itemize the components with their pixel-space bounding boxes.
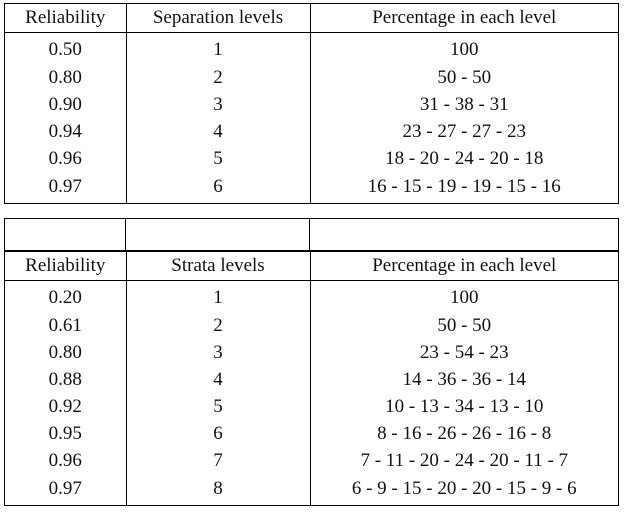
table-row: 0.96 5 18 - 20 - 24 - 20 - 18 [5,145,618,172]
cell-percentage: 8 - 16 - 26 - 26 - 16 - 8 [377,423,552,444]
strata-table-body: 0.20 1 100 0.61 2 50 - 50 0.80 3 23 - 54… [5,280,618,505]
cell-reliability: 0.88 [5,366,127,393]
table-row: 0.20 1 100 [5,280,618,312]
table-row: 0.88 4 14 - 36 - 36 - 14 [5,366,618,393]
cell-reliability: 0.96 [5,447,127,474]
strata-table-grid: Reliability Strata levels Percentage in … [5,252,618,505]
cell-reliability: 0.92 [5,393,127,420]
table-row: 0.61 2 50 - 50 [5,312,618,339]
separation-table-grid: Reliability Separation levels Percentage… [5,4,618,203]
cell-reliability: 0.90 [5,91,127,118]
table-row: 0.97 6 16 - 15 - 19 - 19 - 15 - 16 [5,172,618,203]
cell-percentage: 10 - 13 - 34 - 13 - 10 [385,396,544,417]
separation-table-header: Reliability Separation levels Percentage… [5,4,618,33]
cell-percentage: 100 [450,287,479,308]
spacer-column-divider-2 [309,219,310,250]
cell-reliability: 0.94 [5,118,127,145]
cell-levels: 4 [126,118,311,145]
cell-percentage: 14 - 36 - 36 - 14 [402,369,526,390]
page-root: Reliability Separation levels Percentage… [0,0,627,532]
cell-reliability: 0.80 [5,339,127,366]
strata-table-header: Reliability Strata levels Percentage in … [5,252,618,281]
table-row: 0.95 6 8 - 16 - 26 - 26 - 16 - 8 [5,420,618,447]
table-row: 0.90 3 31 - 38 - 31 [5,91,618,118]
table-header-row: Reliability Separation levels Percentage… [5,4,618,33]
cell-levels: 3 [126,91,311,118]
cell-levels: 1 [126,32,311,64]
cell-levels: 3 [126,339,311,366]
cell-levels: 2 [126,312,311,339]
table-spacer-band [4,218,619,251]
cell-levels: 6 [126,172,311,203]
cell-reliability: 0.97 [5,474,127,505]
table-row: 0.80 2 50 - 50 [5,64,618,91]
cell-percentage: 50 - 50 [437,315,492,336]
cell-levels: 2 [126,64,311,91]
column-header-reliability: Reliability [5,252,127,281]
column-header-percentage: Percentage in each level [310,252,618,281]
column-header-reliability: Reliability [5,4,127,33]
cell-percentage: 6 - 9 - 15 - 20 - 20 - 15 - 9 - 6 [351,478,577,499]
separation-table-body: 0.50 1 100 0.80 2 50 - 50 0.90 3 31 - 38… [5,32,618,203]
column-header-percentage: Percentage in each level [310,4,618,33]
cell-percentage: 7 - 11 - 20 - 24 - 20 - 11 - 7 [360,450,569,471]
separation-levels-table: Reliability Separation levels Percentage… [4,3,619,204]
cell-levels: 5 [126,145,311,172]
cell-reliability: 0.61 [5,312,127,339]
table-row: 0.50 1 100 [5,32,618,64]
cell-percentage: 31 - 38 - 31 [419,94,509,115]
cell-reliability: 0.95 [5,420,127,447]
cell-percentage: 18 - 20 - 24 - 20 - 18 [385,148,544,169]
cell-levels: 8 [126,474,311,505]
table-row: 0.80 3 23 - 54 - 23 [5,339,618,366]
table-row: 0.94 4 23 - 27 - 27 - 23 [5,118,618,145]
cell-levels: 5 [126,393,311,420]
cell-levels: 7 [126,447,311,474]
cell-levels: 1 [126,280,311,312]
cell-percentage: 23 - 27 - 27 - 23 [402,121,526,142]
cell-percentage: 16 - 15 - 19 - 19 - 15 - 16 [367,176,561,197]
table-header-row: Reliability Strata levels Percentage in … [5,252,618,281]
cell-reliability: 0.50 [5,32,127,64]
cell-reliability: 0.96 [5,145,127,172]
cell-percentage: 50 - 50 [437,67,492,88]
cell-reliability: 0.97 [5,172,127,203]
cell-levels: 6 [126,420,311,447]
cell-percentage: 23 - 54 - 23 [419,342,509,363]
table-row: 0.96 7 7 - 11 - 20 - 24 - 20 - 11 - 7 [5,447,618,474]
spacer-column-divider-1 [125,219,126,250]
cell-levels: 4 [126,366,311,393]
table-row: 0.97 8 6 - 9 - 15 - 20 - 20 - 15 - 9 - 6 [5,474,618,505]
column-header-separation-levels: Separation levels [126,4,311,33]
cell-reliability: 0.20 [5,280,127,312]
strata-levels-table: Reliability Strata levels Percentage in … [4,251,619,506]
cell-reliability: 0.80 [5,64,127,91]
cell-percentage: 100 [450,39,479,60]
table-row: 0.92 5 10 - 13 - 34 - 13 - 10 [5,393,618,420]
column-header-strata-levels: Strata levels [126,252,311,281]
